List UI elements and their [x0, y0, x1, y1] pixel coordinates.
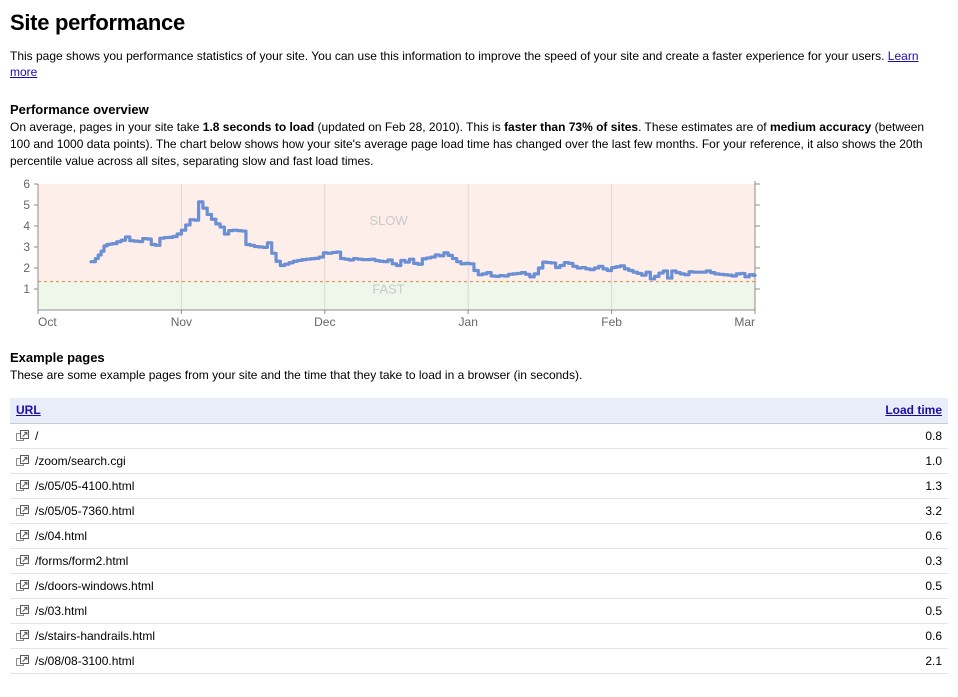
- table-row[interactable]: /forms/form2.html 0.3: [10, 548, 948, 574]
- external-link-icon[interactable]: [16, 579, 29, 593]
- url-cell: /s/doors-windows.html: [16, 579, 810, 593]
- cell-load-time: 0.8: [816, 423, 948, 449]
- table-row[interactable]: /s/doors-windows.html 0.5: [10, 573, 948, 599]
- table-row[interactable]: /s/05/05-4100.html 1.3: [10, 473, 948, 499]
- cell-url[interactable]: /s/05/05-7360.html: [10, 498, 816, 524]
- url-cell: /s/03.html: [16, 604, 810, 618]
- example-pages-heading: Example pages: [10, 350, 105, 365]
- example-pages-table: URL Load time / 0.8/zoom/search.cgi 1.0/s/…: [10, 398, 948, 674]
- x-axis-label: Feb: [601, 315, 622, 328]
- table-row[interactable]: / 0.8: [10, 423, 948, 449]
- y-axis-label: 3: [23, 240, 30, 254]
- table-row[interactable]: /s/08/08-3100.html 2.1: [10, 648, 948, 674]
- cell-url[interactable]: /s/stairs-handrails.html: [10, 623, 816, 649]
- table-row[interactable]: /s/stairs-handrails.html 0.6: [10, 623, 948, 649]
- external-link-icon[interactable]: [16, 529, 29, 543]
- cell-load-time: 0.6: [816, 523, 948, 549]
- external-link-icon[interactable]: [16, 629, 29, 643]
- y-axis-label: 5: [23, 198, 30, 212]
- performance-overview-heading: Performance overview: [10, 102, 149, 117]
- cell-load-time: 1.0: [816, 448, 948, 474]
- cell-url[interactable]: /forms/form2.html: [10, 548, 816, 574]
- x-axis-label: Dec: [314, 315, 335, 328]
- cell-url[interactable]: /s/doors-windows.html: [10, 573, 816, 599]
- url-cell: /s/stairs-handrails.html: [16, 629, 810, 643]
- cell-url[interactable]: /s/03.html: [10, 598, 816, 624]
- url-cell: /: [16, 429, 810, 443]
- url-cell: /s/08/08-3100.html: [16, 654, 810, 668]
- table-row[interactable]: /s/04.html 0.6: [10, 523, 948, 549]
- cell-load-time: 2.1: [816, 648, 948, 674]
- y-axis-label: 6: [23, 178, 30, 191]
- sort-by-url-link[interactable]: URL: [16, 403, 41, 417]
- url-label: /s/03.html: [35, 604, 88, 618]
- url-cell: /s/05/05-7360.html: [16, 504, 810, 518]
- external-link-icon[interactable]: [16, 504, 29, 518]
- x-axis-label: Nov: [171, 315, 192, 328]
- cell-url[interactable]: /: [10, 423, 816, 449]
- fast-zone-label: FAST: [372, 282, 405, 297]
- url-label: /zoom/search.cgi: [35, 454, 126, 468]
- url-cell: /zoom/search.cgi: [16, 454, 810, 468]
- site-performance-page: Site performance This page shows you per…: [0, 10, 958, 674]
- intro-text: This page shows you performance statisti…: [10, 49, 888, 63]
- column-header-url[interactable]: URL: [10, 398, 816, 424]
- example-pages-table-block: URL Load time / 0.8/zoom/search.cgi 1.0/s/…: [10, 398, 948, 674]
- external-link-icon[interactable]: [16, 604, 29, 618]
- url-label: /s/08/08-3100.html: [35, 654, 135, 668]
- cell-load-time: 0.6: [816, 623, 948, 649]
- x-axis-label: Jan: [459, 315, 478, 328]
- url-cell: /s/05/05-4100.html: [16, 479, 810, 493]
- overview-percentile: faster than 73% of sites: [504, 120, 639, 134]
- external-link-icon[interactable]: [16, 454, 29, 468]
- external-link-icon[interactable]: [16, 429, 29, 443]
- external-link-icon[interactable]: [16, 654, 29, 668]
- cell-load-time: 0.3: [816, 548, 948, 574]
- overview-accuracy: medium accuracy: [769, 120, 872, 134]
- performance-overview-text: On average, pages in your site take 1.8 …: [10, 119, 940, 170]
- cell-load-time: 0.5: [816, 598, 948, 624]
- cell-load-time: 3.2: [816, 498, 948, 524]
- url-cell: /forms/form2.html: [16, 554, 810, 568]
- external-link-icon[interactable]: [16, 554, 29, 568]
- url-label: /s/04.html: [35, 529, 88, 543]
- url-label: /s/05/05-7360.html: [35, 504, 135, 518]
- intro-paragraph: This page shows you performance statisti…: [10, 48, 930, 80]
- table-row[interactable]: /s/05/05-7360.html 3.2: [10, 498, 948, 524]
- x-axis-label: Mar: [734, 315, 755, 328]
- load-time-chart-svg: Oct Nov Dec Jan Feb Mar 1 2 3 4 5 6 SLOW FAST: [23, 178, 760, 328]
- example-pages-description: These are some example pages from your s…: [10, 368, 583, 382]
- url-label: /s/doors-windows.html: [35, 579, 154, 593]
- overview-text-2: (updated on Feb 28, 2010). This is: [314, 120, 505, 134]
- cell-url[interactable]: /zoom/search.cgi: [10, 448, 816, 474]
- cell-load-time: 0.5: [816, 573, 948, 599]
- url-label: /: [35, 429, 39, 443]
- x-axis-label: Oct: [38, 315, 57, 328]
- cell-url[interactable]: /s/04.html: [10, 523, 816, 549]
- overview-text-1: On average, pages in your site take: [10, 120, 203, 134]
- table-row[interactable]: /s/03.html 0.5: [10, 598, 948, 624]
- column-header-load-time[interactable]: Load time: [816, 398, 948, 424]
- url-label: /forms/form2.html: [35, 554, 129, 568]
- overview-avg-load: 1.8 seconds to load: [202, 120, 315, 134]
- y-axis-label: 1: [23, 282, 30, 296]
- external-link-icon[interactable]: [16, 479, 29, 493]
- url-label: /s/05/05-4100.html: [35, 479, 135, 493]
- url-label: /s/stairs-handrails.html: [35, 629, 156, 643]
- y-axis-label: 2: [23, 261, 30, 275]
- sort-by-load-time-link[interactable]: Load time: [885, 403, 942, 417]
- page-title: Site performance: [10, 10, 185, 35]
- load-time-chart: Oct Nov Dec Jan Feb Mar 1 2 3 4 5 6 SLOW FAST: [10, 178, 958, 328]
- y-axis-label: 4: [23, 219, 30, 233]
- cell-url[interactable]: /s/05/05-4100.html: [10, 473, 816, 499]
- table-body: / 0.8/zoom/search.cgi 1.0/s/05/05-4100.htm…: [10, 423, 948, 674]
- cell-load-time: 1.3: [816, 473, 948, 499]
- url-cell: /s/04.html: [16, 529, 810, 543]
- table-header-row: URL Load time: [10, 398, 948, 424]
- cell-url[interactable]: /s/08/08-3100.html: [10, 648, 816, 674]
- slow-zone-label: SLOW: [369, 213, 408, 228]
- table-row[interactable]: /zoom/search.cgi 1.0: [10, 448, 948, 474]
- overview-text-3: . These estimates are of: [638, 120, 770, 134]
